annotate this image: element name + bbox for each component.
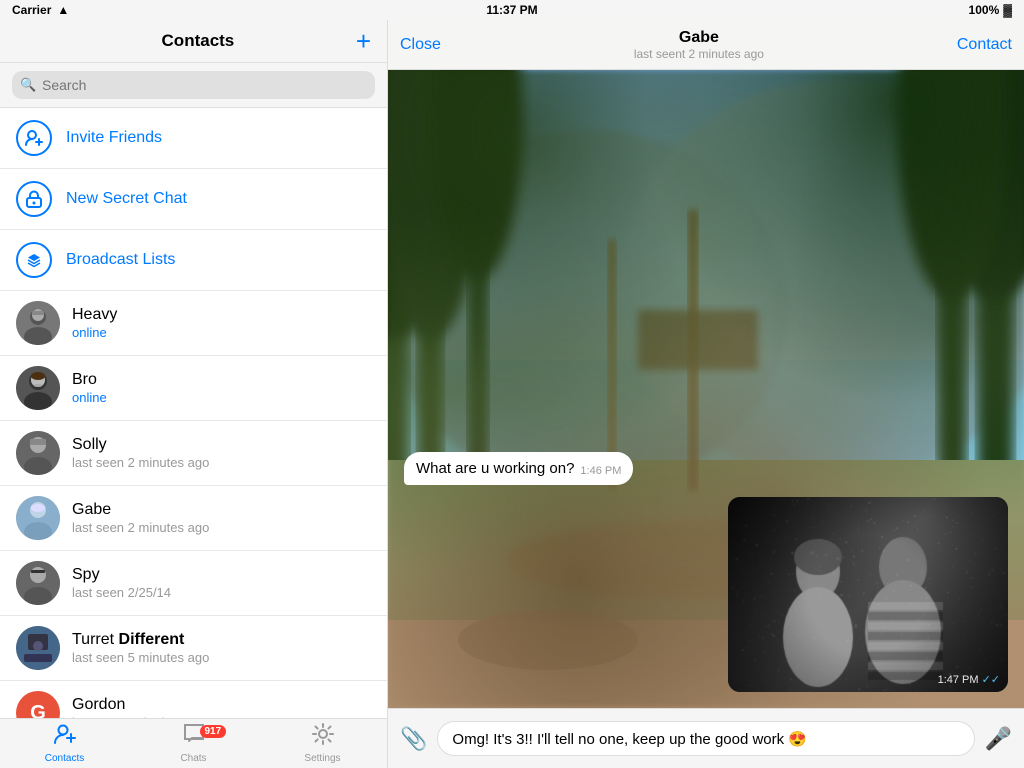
avatar-gordon: G xyxy=(16,691,60,718)
contact-name-gordon: Gordon xyxy=(72,696,371,714)
contact-name-solly: Solly xyxy=(72,436,371,454)
message-2-check: ✓✓ xyxy=(982,673,1000,686)
status-bar-left: Carrier ▲ xyxy=(12,3,69,17)
message-2: 1:47 PM ✓✓ xyxy=(404,497,1008,692)
main-content: Contacts + 🔍 In xyxy=(0,20,1024,768)
battery-icon: ▓ xyxy=(1003,3,1012,17)
contact-info-bro: Bro online xyxy=(72,371,371,405)
broadcast-lists-label: Broadcast Lists xyxy=(66,251,175,269)
search-input[interactable] xyxy=(12,71,375,99)
contact-status-bro: online xyxy=(72,390,371,405)
wifi-icon: ▲ xyxy=(57,3,69,17)
contact-info-heavy: Heavy online xyxy=(72,306,371,340)
tab-contacts-label: Contacts xyxy=(45,753,84,764)
broadcast-lists-icon xyxy=(16,242,52,278)
avatar-turret xyxy=(16,626,60,670)
message-1-time: 1:46 PM xyxy=(580,465,621,477)
contact-bro[interactable]: Bro online xyxy=(0,356,387,421)
search-bar: 🔍 xyxy=(0,63,387,108)
tab-contacts[interactable]: Contacts xyxy=(0,723,129,764)
right-panel: Close Gabe last seent 2 minutes ago Cont… xyxy=(388,20,1024,768)
search-icon: 🔍 xyxy=(20,77,36,93)
contact-name-heavy: Heavy xyxy=(72,306,371,324)
search-wrapper: 🔍 xyxy=(12,71,375,99)
contacts-title: Contacts xyxy=(40,31,356,51)
message-input[interactable] xyxy=(437,721,974,756)
contact-status-solly: last seen 2 minutes ago xyxy=(72,455,371,470)
chats-badge: 917 xyxy=(200,725,227,738)
contact-info-turret: Turret Different last seen 5 minutes ago xyxy=(72,631,371,665)
carrier-text: Carrier xyxy=(12,3,51,17)
chat-messages: What are u working on? 1:46 PM 1:47 PM ✓… xyxy=(388,70,1024,708)
mic-button[interactable]: 🎤 xyxy=(985,726,1012,752)
contact-name-turret: Turret Different xyxy=(72,631,371,649)
contact-turret[interactable]: Turret Different last seen 5 minutes ago xyxy=(0,616,387,681)
avatar-solly xyxy=(16,431,60,475)
contact-status-gabe: last seen 2 minutes ago xyxy=(72,520,371,535)
status-bar-right: 100% ▓ xyxy=(969,3,1012,17)
contact-name-bro: Bro xyxy=(72,371,371,389)
contact-status-spy: last seen 2/25/14 xyxy=(72,585,371,600)
invite-friends-icon xyxy=(16,120,52,156)
avatar-gabe xyxy=(16,496,60,540)
contact-heavy[interactable]: Heavy online xyxy=(0,291,387,356)
contact-info-spy: Spy last seen 2/25/14 xyxy=(72,566,371,600)
left-header: Contacts + xyxy=(0,20,387,63)
contact-info-gabe: Gabe last seen 2 minutes ago xyxy=(72,501,371,535)
status-time: 11:37 PM xyxy=(486,3,537,17)
settings-tab-icon xyxy=(312,723,334,751)
avatar-bro xyxy=(16,366,60,410)
tab-chats-label: Chats xyxy=(180,753,206,764)
chat-header: Close Gabe last seent 2 minutes ago Cont… xyxy=(388,20,1024,70)
contact-gabe[interactable]: Gabe last seen 2 minutes ago xyxy=(0,486,387,551)
contact-status-turret: last seen 5 minutes ago xyxy=(72,650,371,665)
new-secret-chat-label: New Secret Chat xyxy=(66,190,187,208)
status-bar: Carrier ▲ 11:37 PM 100% ▓ xyxy=(0,0,1024,20)
message-2-time: 1:47 PM ✓✓ xyxy=(938,673,1000,686)
message-1: What are u working on? 1:46 PM xyxy=(404,452,1008,485)
invite-friends-item[interactable]: Invite Friends xyxy=(0,108,387,169)
tab-settings[interactable]: Settings xyxy=(258,723,387,764)
message-2-image: 1:47 PM ✓✓ xyxy=(728,497,1008,692)
battery-text: 100% xyxy=(969,3,1000,17)
avatar-spy xyxy=(16,561,60,605)
chat-contact-name: Gabe xyxy=(634,29,764,47)
contact-name-spy: Spy xyxy=(72,566,371,584)
contact-solly[interactable]: Solly last seen 2 minutes ago xyxy=(0,421,387,486)
avatar-heavy xyxy=(16,301,60,345)
message-1-text: What are u working on? xyxy=(416,460,574,477)
contact-name-gabe: Gabe xyxy=(72,501,371,519)
tab-bar: Contacts 917 Chats xyxy=(0,718,387,768)
invite-friends-label: Invite Friends xyxy=(66,129,162,147)
contact-status-heavy: online xyxy=(72,325,371,340)
chat-input-bar: 📎 🎤 xyxy=(388,708,1024,768)
chat-header-info: Gabe last seent 2 minutes ago xyxy=(634,29,764,61)
chat-contact-sub: last seent 2 minutes ago xyxy=(634,47,764,61)
add-contact-button[interactable]: + xyxy=(356,28,371,54)
message-1-bubble: What are u working on? 1:46 PM xyxy=(404,452,633,485)
contact-button[interactable]: Contact xyxy=(957,36,1012,54)
contacts-tab-icon xyxy=(54,723,76,751)
tab-settings-label: Settings xyxy=(304,753,340,764)
contact-list: Invite Friends New Secret Chat xyxy=(0,108,387,718)
contact-gordon[interactable]: G Gordon last seen 10/10/07 xyxy=(0,681,387,718)
left-panel: Contacts + 🔍 In xyxy=(0,20,388,768)
contact-spy[interactable]: Spy last seen 2/25/14 xyxy=(0,551,387,616)
new-secret-chat-item[interactable]: New Secret Chat xyxy=(0,169,387,230)
contact-info-gordon: Gordon last seen 10/10/07 xyxy=(72,696,371,718)
close-button[interactable]: Close xyxy=(400,36,441,54)
tab-chats[interactable]: 917 Chats xyxy=(129,723,258,764)
attach-button[interactable]: 📎 xyxy=(400,726,427,752)
broadcast-lists-item[interactable]: Broadcast Lists xyxy=(0,230,387,291)
contact-info-solly: Solly last seen 2 minutes ago xyxy=(72,436,371,470)
new-secret-chat-icon xyxy=(16,181,52,217)
